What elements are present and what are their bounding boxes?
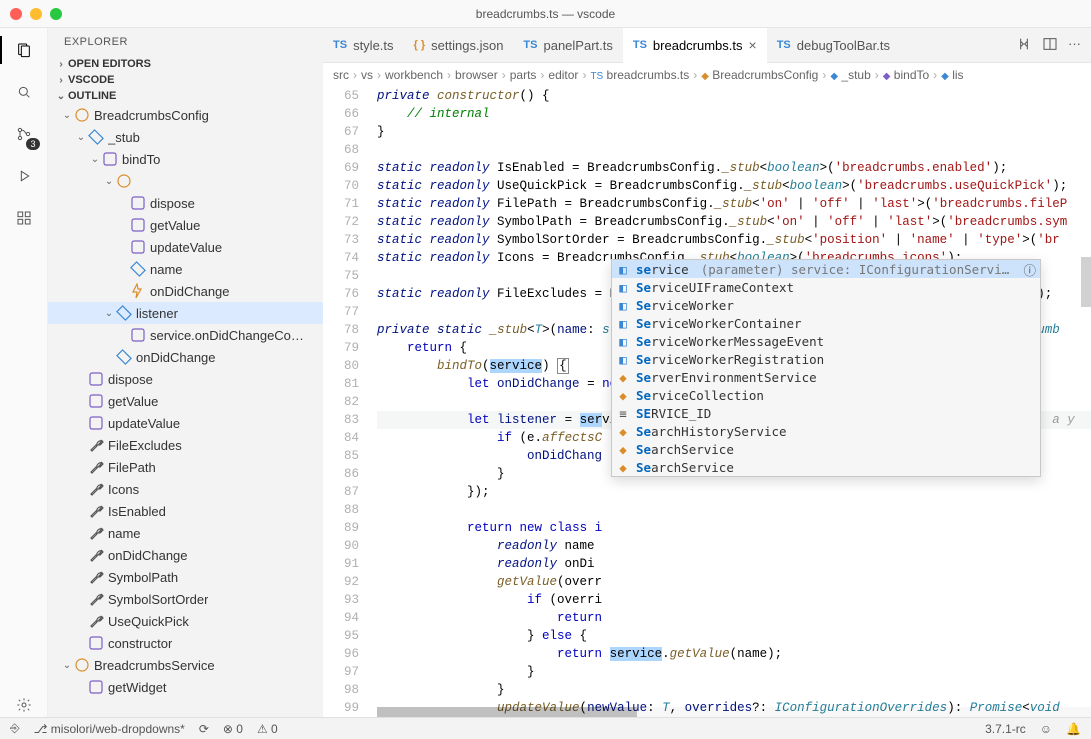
outline-item[interactable]: SymbolPath (48, 566, 323, 588)
tab[interactable]: TSstyle.ts (323, 28, 404, 63)
main-area: 3 EXPLORER ›OPEN EDITORS ›VSCODE ⌄OUTLIN… (0, 28, 1091, 717)
tab[interactable]: { }settings.json (404, 28, 514, 63)
outline-item[interactable]: dispose (48, 192, 323, 214)
horizontal-scrollbar[interactable] (377, 707, 1091, 717)
explorer-sidebar: EXPLORER ›OPEN EDITORS ›VSCODE ⌄OUTLINE … (48, 28, 323, 717)
scm-badge: 3 (26, 138, 39, 150)
suggest-item[interactable]: ◆SearchHistoryService (612, 422, 1040, 440)
status-bar: ⎆ ⎇ misolori/web-dropdowns* ⟳ ⊗ 0 ⚠ 0 3.… (0, 717, 1091, 739)
activity-bar: 3 (0, 28, 48, 717)
outline-item[interactable]: getValue (48, 390, 323, 412)
code-area: 6566676869707172737475767778798081828384… (323, 87, 1091, 717)
tab-actions: ··· (1016, 36, 1091, 55)
outline-item[interactable]: ⌄bindTo (48, 148, 323, 170)
outline-item[interactable]: getWidget (48, 676, 323, 698)
breadcrumb-item[interactable]: ◆ bindTo (883, 68, 929, 82)
scm-icon[interactable]: 3 (12, 122, 36, 146)
explorer-icon[interactable] (12, 38, 36, 62)
remote-indicator[interactable]: ⎆ (10, 721, 20, 736)
breadcrumb-item[interactable]: browser (455, 68, 498, 82)
outline-item[interactable]: name (48, 522, 323, 544)
suggest-item[interactable]: ◆ServiceCollection (612, 386, 1040, 404)
section-outline[interactable]: ⌄OUTLINE (48, 88, 323, 104)
breadcrumb-item[interactable]: ◆ BreadcrumbsConfig (701, 68, 818, 82)
suggest-item[interactable]: ◧ServiceUIFrameContext (612, 278, 1040, 296)
suggest-item[interactable]: ◆SearchService (612, 458, 1040, 476)
settings-icon[interactable] (12, 693, 36, 717)
section-open-editors[interactable]: ›OPEN EDITORS (48, 56, 323, 72)
tab[interactable]: TSdebugToolBar.ts (767, 28, 900, 63)
outline-item[interactable]: FileExcludes (48, 434, 323, 456)
outline-item[interactable]: dispose (48, 368, 323, 390)
outline-item[interactable]: constructor (48, 632, 323, 654)
outline-item[interactable]: ⌄BreadcrumbsService (48, 654, 323, 676)
autocomplete-popup[interactable]: ◧service(parameter) service: IConfigurat… (611, 259, 1041, 477)
outline-item[interactable]: onDidChange (48, 280, 323, 302)
outline-item[interactable]: onDidChange (48, 346, 323, 368)
tab[interactable]: TSbreadcrumbs.ts× (623, 28, 767, 63)
suggest-item[interactable]: ◧ServiceWorkerMessageEvent (612, 332, 1040, 350)
close-window[interactable] (10, 8, 22, 20)
zoom-window[interactable] (50, 8, 62, 20)
outline-item[interactable]: ⌄listener (48, 302, 323, 324)
ts-version[interactable]: 3.7.1-rc (985, 722, 1026, 736)
window-controls (10, 8, 62, 20)
tab[interactable]: TSpanelPart.ts (513, 28, 622, 63)
outline-item[interactable]: UseQuickPick (48, 610, 323, 632)
breadcrumb-item[interactable]: ◆ lis (941, 68, 963, 82)
breadcrumb-item[interactable]: src (333, 68, 349, 82)
feedback-icon[interactable]: ☺ (1040, 722, 1052, 736)
suggest-item[interactable]: ◧ServiceWorkerRegistration (612, 350, 1040, 368)
compare-icon[interactable] (1016, 36, 1032, 55)
outline-item[interactable]: ⌄_stub (48, 126, 323, 148)
outline-item[interactable]: Icons (48, 478, 323, 500)
outline-item[interactable]: getValue (48, 214, 323, 236)
outline-item[interactable]: onDidChange (48, 544, 323, 566)
minimize-window[interactable] (30, 8, 42, 20)
outline-item[interactable]: name (48, 258, 323, 280)
titlebar: breadcrumbs.ts — vscode (0, 0, 1091, 28)
editor-group: TSstyle.ts{ }settings.jsonTSpanelPart.ts… (323, 28, 1091, 717)
suggest-item[interactable]: ◆SearchService (612, 440, 1040, 458)
suggest-item[interactable]: ≡SERVICE_ID (612, 404, 1040, 422)
suggest-item[interactable]: ◧ServiceWorker (612, 296, 1040, 314)
breadcrumbs[interactable]: src›vs›workbench›browser›parts›editor›TS… (323, 63, 1091, 87)
outline-item[interactable]: FilePath (48, 456, 323, 478)
outline-item[interactable]: updateValue (48, 236, 323, 258)
problems-errors[interactable]: ⊗ 0 (223, 722, 243, 736)
outline-tree[interactable]: ⌄BreadcrumbsConfig⌄_stub⌄bindTo⌄disposeg… (48, 104, 323, 717)
sync-icon[interactable]: ⟳ (199, 722, 209, 736)
breadcrumb-item[interactable]: vs (361, 68, 373, 82)
outline-item[interactable]: IsEnabled (48, 500, 323, 522)
breadcrumb-item[interactable]: TS breadcrumbs.ts (590, 68, 689, 82)
suggest-item[interactable]: ◆ServerEnvironmentService (612, 368, 1040, 386)
line-gutter: 6566676869707172737475767778798081828384… (323, 87, 377, 717)
extensions-icon[interactable] (12, 206, 36, 230)
breadcrumb-item[interactable]: ◆ _stub (830, 68, 870, 82)
debug-icon[interactable] (12, 164, 36, 188)
problems-warnings[interactable]: ⚠ 0 (257, 722, 278, 736)
outline-item[interactable]: updateValue (48, 412, 323, 434)
suggest-item[interactable]: ◧ServiceWorkerContainer (612, 314, 1040, 332)
outline-item[interactable]: service.onDidChangeCo… (48, 324, 323, 346)
breadcrumb-item[interactable]: editor (548, 68, 578, 82)
notifications-icon[interactable]: 🔔 (1066, 722, 1081, 736)
explorer-title: EXPLORER (48, 28, 323, 56)
git-branch[interactable]: ⎇ misolori/web-dropdowns* (34, 722, 185, 736)
outline-item[interactable]: SymbolSortOrder (48, 588, 323, 610)
outline-item[interactable]: ⌄BreadcrumbsConfig (48, 104, 323, 126)
window-title: breadcrumbs.ts — vscode (0, 7, 1091, 21)
outline-item[interactable]: ⌄ (48, 170, 323, 192)
more-icon[interactable]: ··· (1068, 36, 1081, 55)
vertical-scrollbar[interactable] (1081, 87, 1091, 707)
tab-bar: TSstyle.ts{ }settings.jsonTSpanelPart.ts… (323, 28, 1091, 63)
search-icon[interactable] (12, 80, 36, 104)
close-tab-icon[interactable]: × (749, 37, 757, 53)
breadcrumb-item[interactable]: workbench (385, 68, 443, 82)
section-vscode[interactable]: ›VSCODE (48, 72, 323, 88)
suggest-item[interactable]: ◧service(parameter) service: IConfigurat… (612, 260, 1040, 278)
breadcrumb-item[interactable]: parts (510, 68, 537, 82)
split-icon[interactable] (1042, 36, 1058, 55)
